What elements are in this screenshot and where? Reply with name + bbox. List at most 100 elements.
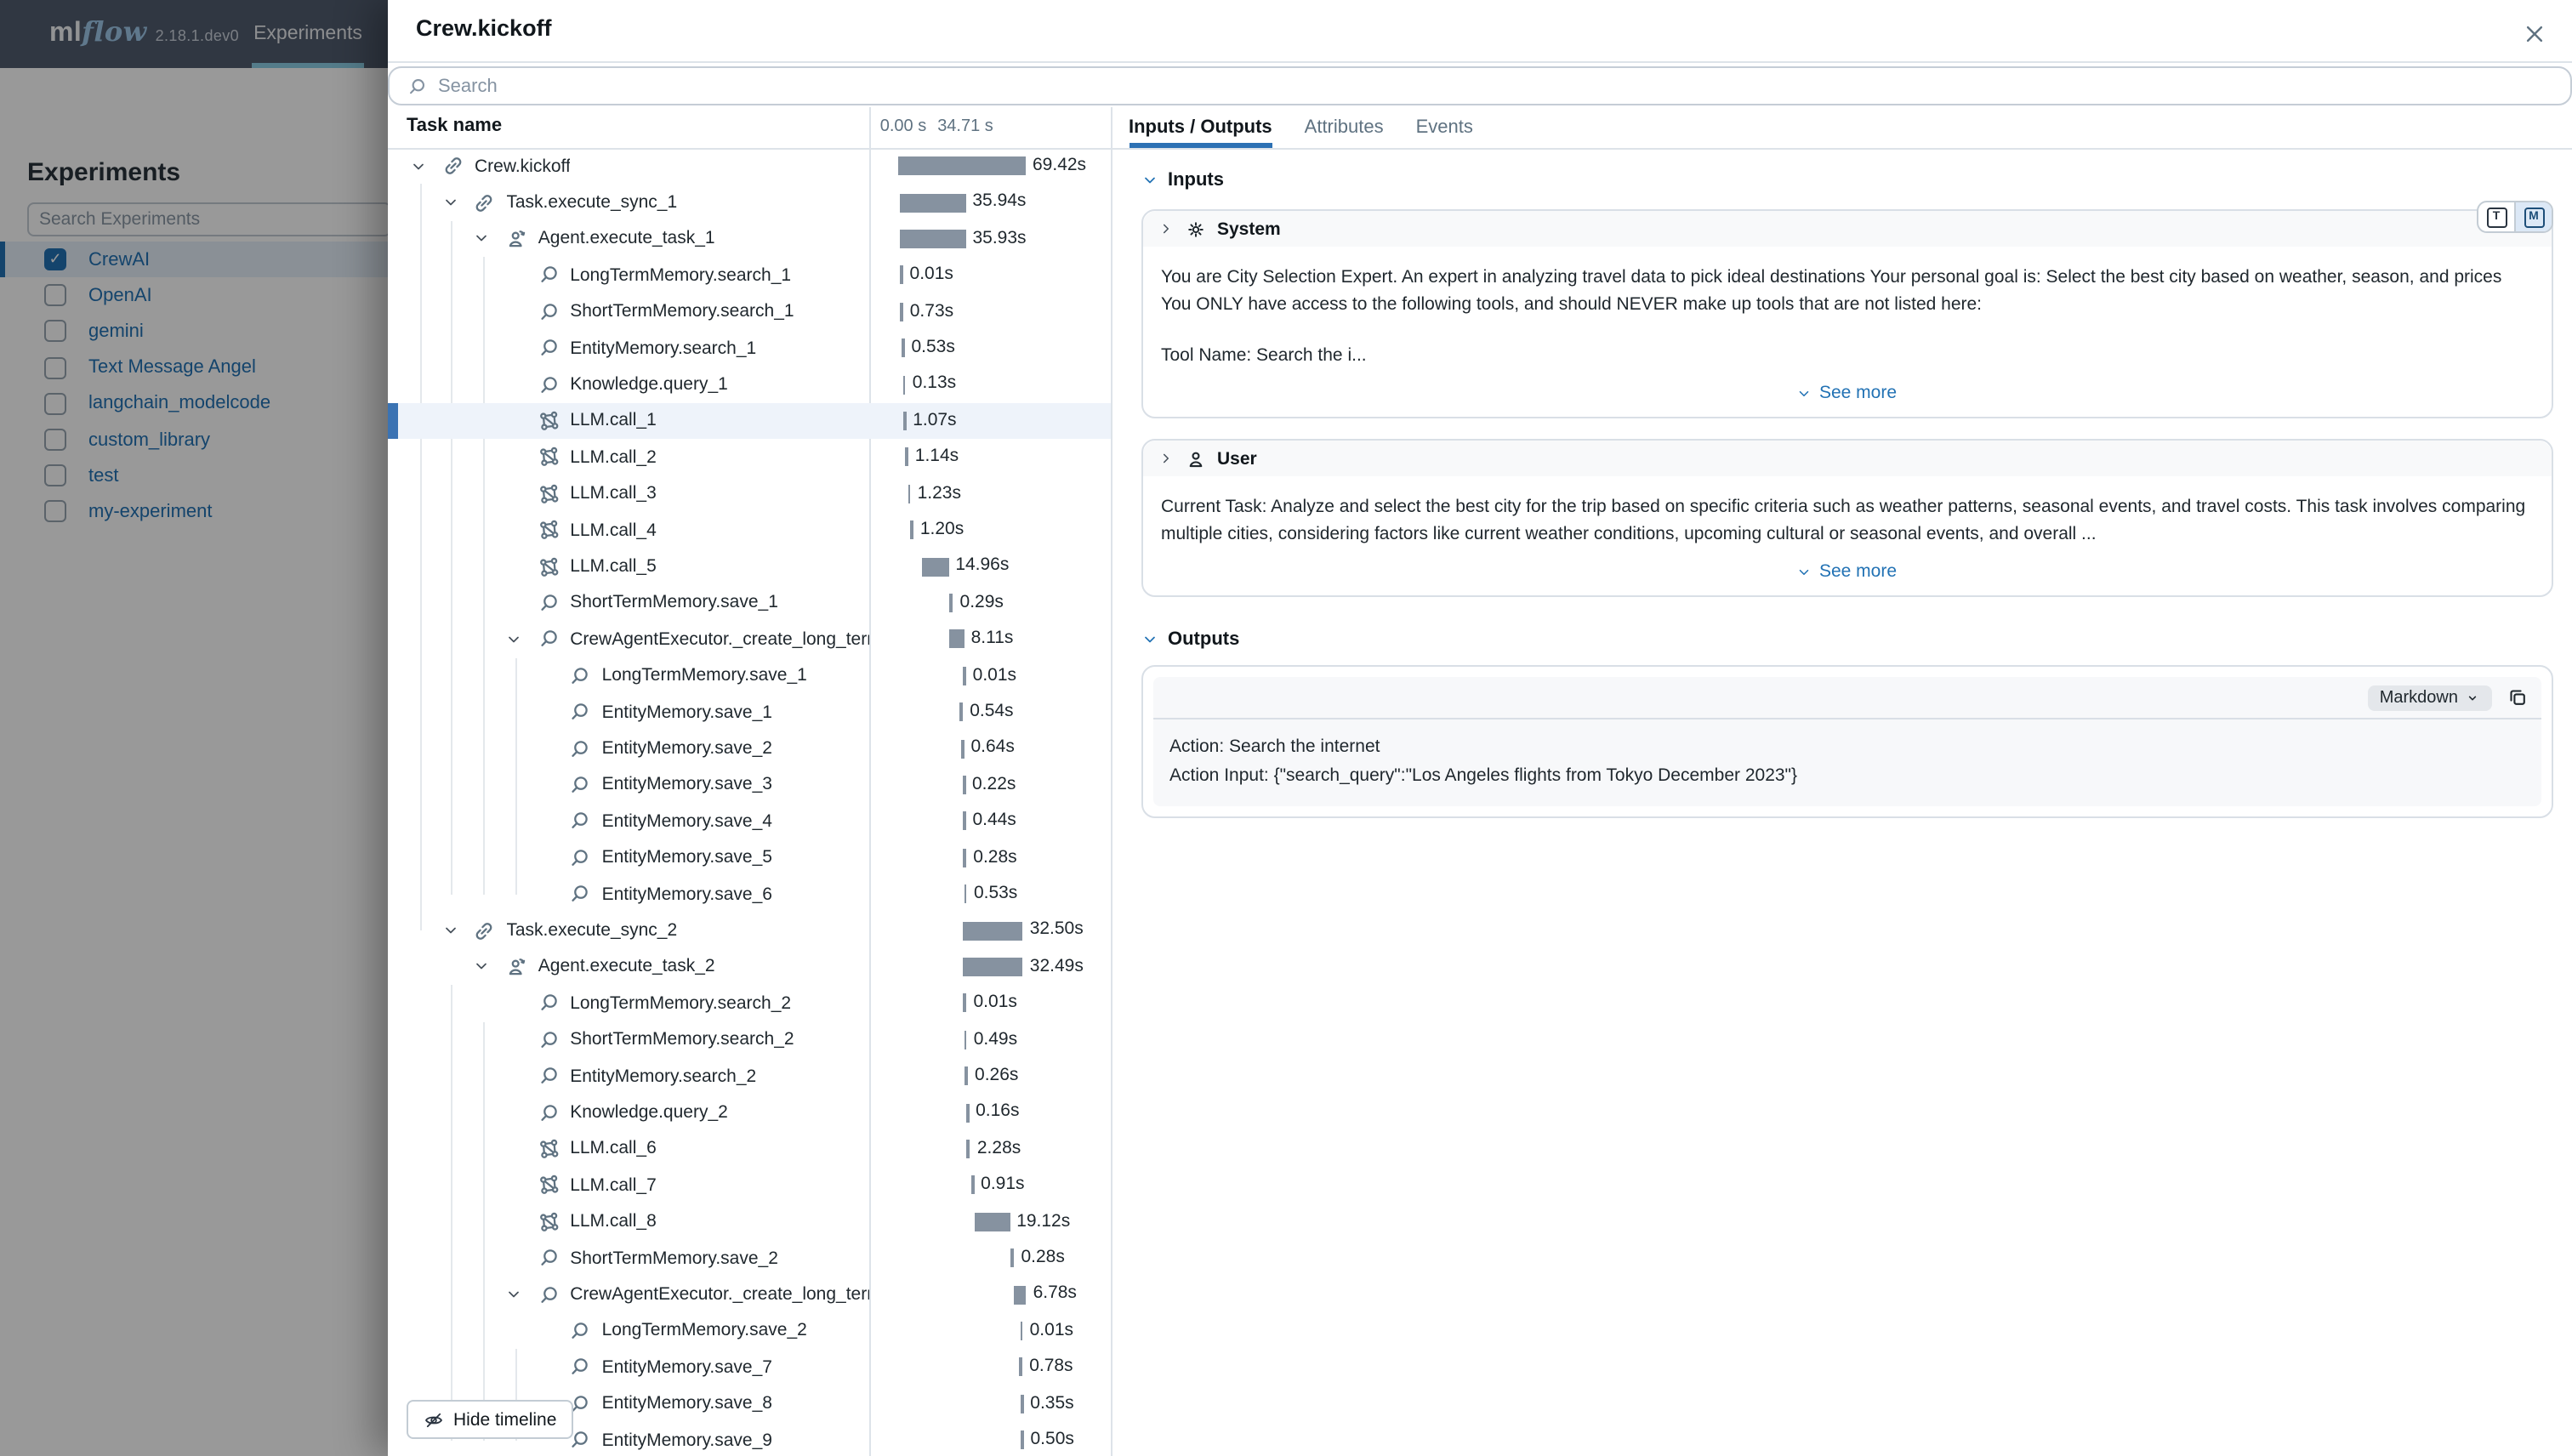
- span-row[interactable]: EntityMemory.save_10.54s: [387, 694, 1110, 731]
- span-row[interactable]: Agent.execute_task_135.93s: [387, 221, 1110, 258]
- trace-drawer: Crew.kickoff Search Task name 0.00 s34.7…: [387, 0, 2572, 1456]
- chevron-down-icon[interactable]: [472, 230, 492, 247]
- span-row[interactable]: LLM.call_70.91s: [387, 1167, 1110, 1203]
- duration-bar: [966, 1103, 970, 1122]
- duration-label: 0.28s: [973, 846, 1016, 867]
- span-row[interactable]: LLM.call_514.96s: [387, 549, 1110, 585]
- chevron-down-icon[interactable]: [440, 922, 460, 939]
- copy-icon[interactable]: [2507, 687, 2528, 708]
- span-search-input[interactable]: Search: [387, 66, 2572, 105]
- span-row[interactable]: EntityMemory.search_20.26s: [387, 1058, 1110, 1095]
- span-name: ShortTermMemory.search_2: [570, 1030, 794, 1050]
- span-row[interactable]: CrewAgentExecutor._create_long_term_memo…: [387, 621, 1110, 657]
- tab-inputs-outputs[interactable]: Inputs / Outputs: [1129, 107, 1272, 148]
- span-row[interactable]: LLM.call_4 1.20s: [387, 512, 1110, 549]
- span-row[interactable]: LongTermMemory.search_10.01s: [387, 257, 1110, 293]
- outputs-section-header[interactable]: Outputs: [1141, 629, 2553, 650]
- span-row[interactable]: LLM.call_21.14s: [387, 439, 1110, 475]
- link-icon: [472, 191, 496, 213]
- span-row[interactable]: EntityMemory.search_10.53s: [387, 330, 1110, 367]
- span-row[interactable]: EntityMemory.save_60.53s: [387, 876, 1110, 913]
- llm-nodes-icon: [536, 1174, 560, 1197]
- span-row[interactable]: LLM.call_819.12s: [387, 1203, 1110, 1240]
- span-row[interactable]: EntityMemory.save_50.28s: [387, 839, 1110, 876]
- span-row[interactable]: ShortTermMemory.search_10.73s: [387, 293, 1110, 330]
- llm-nodes-icon: [536, 483, 560, 505]
- span-row[interactable]: Crew.kickoff69.42s: [387, 148, 1110, 185]
- see-more-label: See more: [1819, 561, 1897, 582]
- span-row[interactable]: CrewAgentExecutor._create_long_term_memo…: [387, 1277, 1110, 1313]
- span-row[interactable]: EntityMemory.save_20.64s: [387, 731, 1110, 767]
- markdown-view-button[interactable]: M: [2514, 202, 2552, 231]
- span-row[interactable]: Task.execute_sync_135.94s: [387, 185, 1110, 221]
- chevron-down-icon[interactable]: [408, 157, 429, 174]
- chevron-down-icon[interactable]: [440, 194, 460, 211]
- link-icon: [472, 919, 496, 941]
- magnifier-icon: [568, 810, 592, 833]
- duration-label: 0.50s: [1031, 1429, 1074, 1449]
- hide-timeline-button[interactable]: Hide timeline: [406, 1400, 573, 1439]
- magnifier-icon: [536, 373, 560, 395]
- task-name-column-header: Task name: [407, 116, 502, 136]
- magnifier-icon: [568, 737, 592, 759]
- span-row[interactable]: LLM.call_31.23s: [387, 475, 1110, 512]
- see-more-label: See more: [1819, 383, 1897, 403]
- span-name: Agent.execute_task_1: [538, 229, 715, 249]
- span-row[interactable]: EntityMemory.save_70.78s: [387, 1349, 1110, 1385]
- span-rows: Crew.kickoff69.42sTask.execute_sync_135.…: [387, 148, 1110, 1456]
- span-row[interactable]: Knowledge.query_10.13s: [387, 367, 1110, 403]
- magnifier-icon: [536, 1101, 560, 1123]
- user-card-header[interactable]: User: [1142, 441, 2552, 476]
- span-name: LLM.call_6: [570, 1139, 657, 1159]
- outputs-card: Markdown Action: Search the internet Act…: [1141, 665, 2553, 818]
- system-card-header[interactable]: System: [1142, 211, 2552, 247]
- span-row[interactable]: ShortTermMemory.save_10.29s: [387, 585, 1110, 622]
- chevron-down-icon[interactable]: [504, 1286, 524, 1303]
- span-row[interactable]: LLM.call_11.07s: [387, 403, 1110, 440]
- span-name: LongTermMemory.save_1: [602, 666, 807, 686]
- duration-bar: [963, 812, 966, 831]
- close-icon[interactable]: [2521, 20, 2548, 48]
- span-name: EntityMemory.save_4: [602, 811, 772, 832]
- chevron-down-icon: [1797, 385, 1812, 401]
- span-row[interactable]: ShortTermMemory.search_20.49s: [387, 1021, 1110, 1058]
- llm-nodes-icon: [536, 410, 560, 432]
- raw-text-view-button[interactable]: T: [2478, 202, 2514, 231]
- span-row[interactable]: ShortTermMemory.save_20.28s: [387, 1240, 1110, 1277]
- span-detail-pane: Inputs / OutputsAttributesEvents Inputs …: [1110, 107, 2572, 1456]
- span-row[interactable]: Task.execute_sync_232.50s: [387, 913, 1110, 949]
- outputs-section-label: Outputs: [1168, 629, 1239, 650]
- tab-attributes[interactable]: Attributes: [1305, 107, 1384, 148]
- span-row[interactable]: LongTermMemory.save_20.01s: [387, 1313, 1110, 1350]
- span-row[interactable]: EntityMemory.save_30.22s: [387, 767, 1110, 804]
- format-dropdown[interactable]: Markdown: [2368, 685, 2492, 710]
- span-row[interactable]: LLM.call_62.28s: [387, 1131, 1110, 1168]
- span-name: Agent.execute_task_2: [538, 957, 715, 977]
- span-name: LLM.call_4: [570, 520, 657, 540]
- duration-bar: [963, 921, 1022, 940]
- user-card-title: User: [1217, 448, 1257, 469]
- duration-bar: [900, 303, 903, 321]
- chevron-down-icon[interactable]: [472, 958, 492, 975]
- duration-label: 1.20s: [920, 519, 964, 539]
- duration-bar: [903, 412, 907, 430]
- duration-label: 0.44s: [972, 810, 1016, 830]
- magnifier-icon: [536, 1029, 560, 1051]
- duration-bar: [908, 485, 911, 503]
- user-see-more-link[interactable]: See more: [1142, 548, 2552, 595]
- duration-bar: [964, 958, 1023, 976]
- duration-label: 0.01s: [1030, 1320, 1073, 1340]
- magnifier-icon: [536, 337, 560, 359]
- span-row[interactable]: Agent.execute_task_232.49s: [387, 949, 1110, 986]
- span-row[interactable]: Knowledge.query_20.16s: [387, 1095, 1110, 1131]
- span-name: Knowledge.query_2: [570, 1102, 728, 1123]
- duration-bar: [905, 448, 908, 467]
- span-row[interactable]: EntityMemory.save_4 0.44s: [387, 803, 1110, 839]
- inputs-section-header[interactable]: Inputs: [1141, 170, 2553, 191]
- span-row[interactable]: LongTermMemory.search_20.01s: [387, 985, 1110, 1021]
- span-row[interactable]: LongTermMemory.save_10.01s: [387, 657, 1110, 694]
- duration-label: 0.53s: [974, 883, 1017, 903]
- chevron-down-icon[interactable]: [504, 631, 524, 648]
- system-see-more-link[interactable]: See more: [1142, 369, 2552, 417]
- tab-events[interactable]: Events: [1416, 107, 1473, 148]
